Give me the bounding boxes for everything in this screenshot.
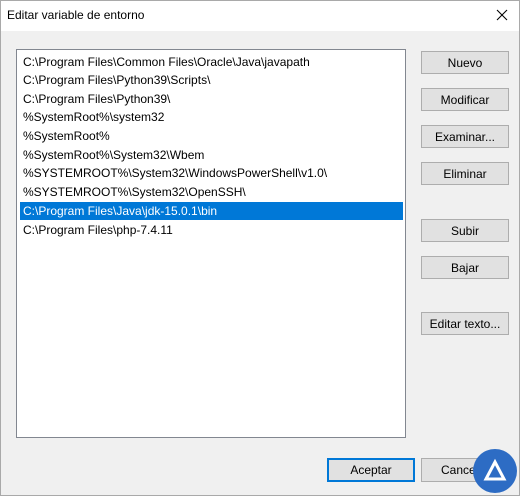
aceptar-button[interactable]: Aceptar [327,458,415,482]
nuevo-button[interactable]: Nuevo [421,51,509,74]
list-item-selected[interactable]: C:\Program Files\Java\jdk-15.0.1\bin [20,202,403,220]
window-title: Editar variable de entorno [7,8,145,22]
list-item[interactable]: %SystemRoot% [20,127,403,145]
title-bar: Editar variable de entorno [1,1,519,31]
modificar-button[interactable]: Modificar [421,88,509,111]
list-item[interactable]: %SYSTEMROOT%\System32\OpenSSH\ [20,183,403,201]
list-item[interactable]: %SystemRoot%\system32 [20,108,403,126]
list-item[interactable]: C:\Program Files\Common Files\Oracle\Jav… [20,53,403,71]
path-list[interactable]: C:\Program Files\Common Files\Oracle\Jav… [16,49,406,438]
list-item[interactable]: C:\Program Files\php-7.4.11 [20,221,403,239]
list-item[interactable]: %SYSTEMROOT%\System32\WindowsPowerShell\… [20,164,403,182]
list-item[interactable]: C:\Program Files\Python39\Scripts\ [20,71,403,89]
close-icon [496,9,508,21]
close-button[interactable] [489,4,515,26]
watermark-logo [473,449,517,493]
editar-texto-button[interactable]: Editar texto... [421,312,509,335]
edit-env-variable-dialog: Editar variable de entorno C:\Program Fi… [0,0,520,496]
examinar-button[interactable]: Examinar... [421,125,509,148]
list-item[interactable]: C:\Program Files\Python39\ [20,90,403,108]
eliminar-button[interactable]: Eliminar [421,162,509,185]
list-item[interactable]: %SystemRoot%\System32\Wbem [20,146,403,164]
subir-button[interactable]: Subir [421,219,509,242]
bajar-button[interactable]: Bajar [421,256,509,279]
logo-icon [483,458,507,481]
